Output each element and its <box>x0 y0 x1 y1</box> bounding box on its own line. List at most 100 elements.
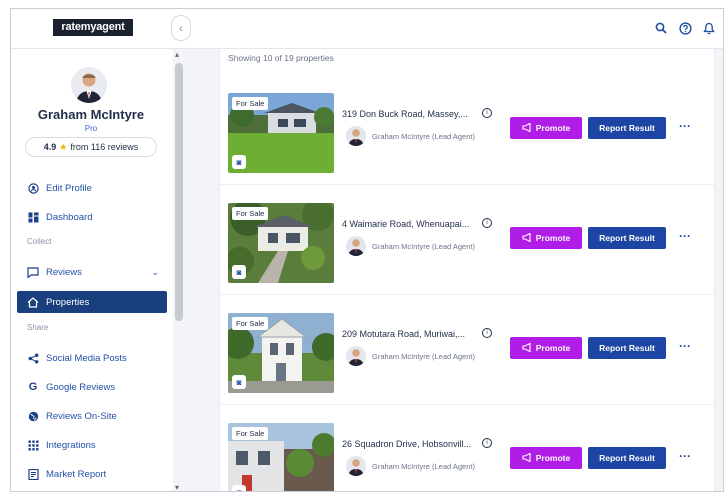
status-badge: For Sale <box>232 427 269 440</box>
dashboard-icon <box>27 211 39 223</box>
camera-icon[interactable]: ◙ <box>232 485 246 491</box>
message-icon <box>27 266 39 278</box>
agent-avatar <box>346 126 366 146</box>
info-icon[interactable]: i <box>482 438 492 448</box>
agent-avatar <box>346 346 366 366</box>
promote-button[interactable]: Promote <box>510 337 582 359</box>
megaphone-icon <box>522 452 532 464</box>
sidebar-item-dashboard[interactable]: Dashboard <box>17 206 167 228</box>
agent-name: Graham McIntyre (Lead Agent) <box>372 462 475 471</box>
sidebar-item-integrations[interactable]: Integrations <box>17 434 167 456</box>
status-badge: For Sale <box>232 317 269 330</box>
agent-name: Graham McIntyre (Lead Agent) <box>372 352 475 361</box>
profile-tier-badge: Pro <box>84 124 98 133</box>
sidebar-item-label: Integrations <box>46 439 96 451</box>
property-photo[interactable]: For Sale ◙ <box>228 93 334 173</box>
profile-avatar[interactable] <box>71 67 107 103</box>
sidebar-item-label: Social Media Posts <box>46 352 127 364</box>
more-options-button[interactable]: ··· <box>674 447 696 469</box>
ratemyagent-logo[interactable]: ratemyagent <box>53 19 133 36</box>
property-card[interactable]: For Sale ◙ 4 Waimarie Road, Whenuapai...… <box>220 199 716 295</box>
agent-name: Graham McIntyre (Lead Agent) <box>372 132 475 141</box>
megaphone-icon <box>522 232 532 244</box>
promote-button[interactable]: Promote <box>510 447 582 469</box>
sidebar-item-label: Google Reviews <box>46 381 116 393</box>
property-card[interactable]: For Sale ◙ 26 Squadron Drive, Hobsonvill… <box>220 419 716 491</box>
agent-name: Graham McIntyre (Lead Agent) <box>372 242 475 251</box>
chevron-down-icon[interactable]: ⌄ <box>151 267 159 278</box>
globe-icon <box>27 410 39 422</box>
report-result-button[interactable]: Report Result <box>588 227 666 249</box>
scrollbar-thumb[interactable] <box>175 63 183 321</box>
property-photo[interactable]: For Sale ◙ <box>228 203 334 283</box>
sidebar-item-label: Reviews On-Site <box>46 410 117 422</box>
camera-icon[interactable]: ◙ <box>232 155 246 169</box>
megaphone-icon <box>522 342 532 354</box>
camera-icon[interactable]: ◙ <box>232 375 246 389</box>
grid-icon <box>27 439 39 451</box>
more-options-button[interactable]: ··· <box>674 227 696 249</box>
app-window: ratemyagent ‹ Graham McIntyre Pro 4.9 ★ … <box>10 8 724 492</box>
sidebar-item-reviews-on-site[interactable]: Reviews On-Site <box>17 405 167 427</box>
share-icon <box>27 352 39 364</box>
sidebar-item-google-reviews[interactable]: G Google Reviews <box>17 376 167 398</box>
star-icon: ★ <box>59 141 68 152</box>
agent-avatar <box>346 456 366 476</box>
property-photo[interactable]: For Sale ◙ <box>228 313 334 393</box>
sidebar-item-market-report[interactable]: Market Report <box>17 463 167 485</box>
report-result-button[interactable]: Report Result <box>588 117 666 139</box>
agent-avatar <box>346 236 366 256</box>
report-result-button[interactable]: Report Result <box>588 447 666 469</box>
scroll-up-icon[interactable]: ▴ <box>175 50 179 59</box>
scroll-down-icon[interactable]: ▾ <box>175 483 179 491</box>
info-icon[interactable]: i <box>482 218 492 228</box>
property-photo[interactable]: For Sale ◙ <box>228 423 334 491</box>
property-card[interactable]: For Sale ◙ 209 Motutara Road, Muriwai,..… <box>220 309 716 405</box>
results-count: Showing 10 of 19 properties <box>228 53 334 63</box>
search-icon[interactable] <box>653 20 669 36</box>
main-content: Showing 10 of 19 properties For Sale ◙ 3… <box>185 49 723 491</box>
top-bar: ratemyagent ‹ <box>11 9 723 49</box>
bell-icon[interactable] <box>701 20 717 36</box>
sidebar-item-label: Edit Profile <box>46 182 92 194</box>
sidebar-item-edit-profile[interactable]: Edit Profile <box>17 177 167 199</box>
section-label-collect: Collect <box>27 237 52 246</box>
collapse-sidebar-button[interactable]: ‹ <box>171 15 191 41</box>
promote-button[interactable]: Promote <box>510 227 582 249</box>
more-options-button[interactable]: ··· <box>674 337 696 359</box>
megaphone-icon <box>522 122 532 134</box>
sidebar-item-label: Reviews <box>46 266 82 278</box>
report-icon <box>27 468 39 480</box>
reviews-count: from 116 reviews <box>70 142 139 152</box>
sidebar-item-properties[interactable]: Properties <box>17 291 167 313</box>
sidebar-scrollbar[interactable]: ▴ ▾ <box>173 49 185 491</box>
sidebar-item-reviews[interactable]: Reviews ⌄ <box>17 261 167 283</box>
property-address[interactable]: 319 Don Buck Road, Massey,... <box>342 109 468 119</box>
profile-name: Graham McIntyre <box>37 107 145 122</box>
rating-summary[interactable]: 4.9 ★ from 116 reviews <box>25 137 157 157</box>
sidebar: Graham McIntyre Pro 4.9 ★ from 116 revie… <box>11 49 173 491</box>
sidebar-item-label: Market Report <box>46 468 107 480</box>
sidebar-item-label: Properties <box>46 296 90 308</box>
camera-icon[interactable]: ◙ <box>232 265 246 279</box>
property-address[interactable]: 26 Squadron Drive, Hobsonvill... <box>342 439 471 449</box>
property-address[interactable]: 209 Motutara Road, Muriwai,... <box>342 329 465 339</box>
more-options-button[interactable]: ··· <box>674 117 696 139</box>
property-card[interactable]: For Sale ◙ 319 Don Buck Road, Massey,...… <box>220 89 716 185</box>
status-badge: For Sale <box>232 207 269 220</box>
property-address[interactable]: 4 Waimarie Road, Whenuapai... <box>342 219 469 229</box>
report-result-button[interactable]: Report Result <box>588 337 666 359</box>
home-icon <box>27 296 39 308</box>
properties-panel: Showing 10 of 19 properties For Sale ◙ 3… <box>219 49 716 491</box>
status-badge: For Sale <box>232 97 269 110</box>
google-icon: G <box>28 381 38 393</box>
rating-value: 4.9 <box>43 142 57 152</box>
profile-icon <box>27 182 39 194</box>
promote-button[interactable]: Promote <box>510 117 582 139</box>
info-icon[interactable]: i <box>482 108 492 118</box>
section-label-share: Share <box>27 323 49 332</box>
sidebar-item-social-media-posts[interactable]: Social Media Posts <box>17 347 167 369</box>
sidebar-item-label: Dashboard <box>46 211 93 223</box>
info-icon[interactable]: i <box>482 328 492 338</box>
help-icon[interactable] <box>677 20 693 36</box>
